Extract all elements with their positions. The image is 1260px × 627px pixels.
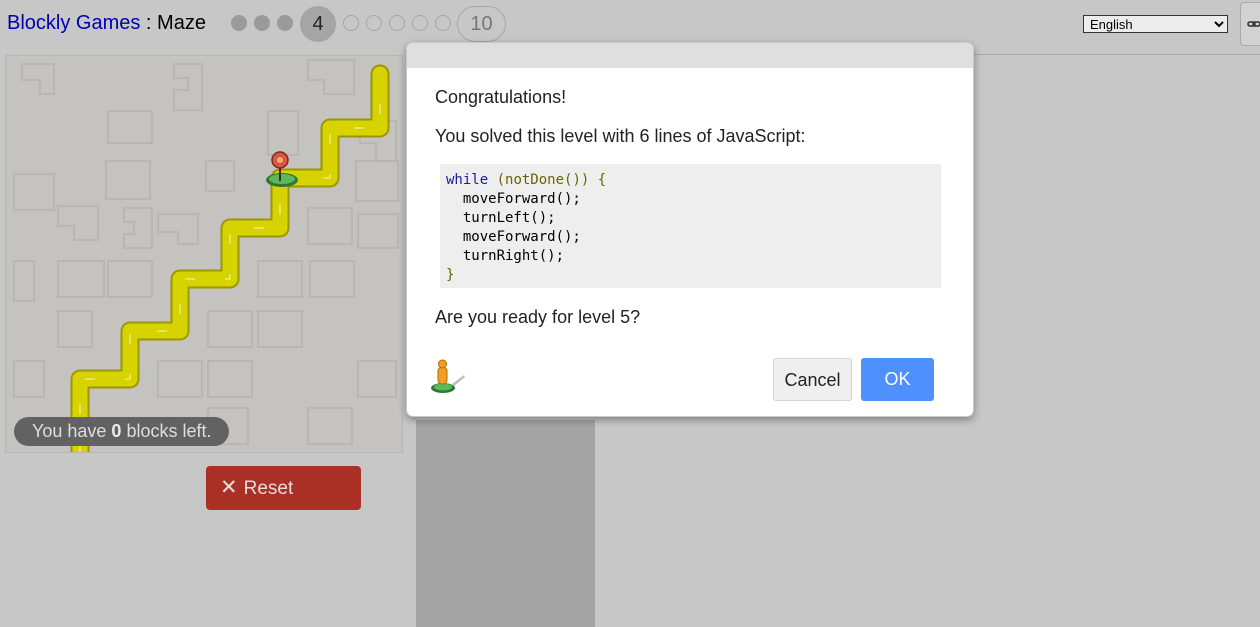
cancel-button[interactable]: Cancel [773, 358, 852, 401]
maze-path-fill [72, 66, 388, 452]
reset-button[interactable]: ✕ Reset [206, 466, 361, 510]
maze-svg [13, 59, 399, 452]
level-7-dot[interactable] [389, 15, 405, 31]
level-current[interactable]: 4 [300, 6, 336, 42]
language-select[interactable]: English [1083, 15, 1228, 33]
code-line: turnLeft(); [446, 210, 556, 226]
maze-display [5, 55, 403, 453]
level-5-dot[interactable] [343, 15, 359, 31]
level-9-dot[interactable] [435, 15, 451, 31]
next-level-prompt: Are you ready for level 5? [435, 307, 641, 327]
ok-button[interactable]: OK [861, 358, 934, 401]
title-separator: : [140, 12, 158, 34]
level-2-dot[interactable] [254, 15, 270, 31]
level-8-dot[interactable] [412, 15, 428, 31]
blocks-left-suffix: blocks left. [121, 421, 212, 441]
code-text: (notDone()) { [488, 172, 607, 188]
link-icon [1247, 21, 1260, 27]
toolbox-panel [416, 420, 595, 627]
code-line: moveForward(); [446, 229, 581, 245]
code-line: turnRight(); [446, 248, 565, 264]
code-line: moveForward(); [446, 191, 581, 207]
code-keyword: while [446, 172, 489, 188]
close-icon: ✕ [220, 476, 238, 499]
blocks-left-prefix: You have [32, 421, 112, 441]
reset-label: Reset [243, 478, 294, 499]
solved-text: You solved this level with 6 lines of Ja… [435, 126, 806, 146]
code-line: while (notDone()) { [446, 171, 941, 190]
blocks-left-count: 0 [111, 421, 122, 441]
code-block: while (notDone()) { moveForward(); turnL… [440, 164, 941, 288]
level-1-dot[interactable] [231, 15, 247, 31]
pegman-icon [431, 359, 465, 393]
code-line: } [446, 267, 455, 283]
site-link[interactable]: Blockly Games [7, 12, 140, 34]
link-button[interactable] [1240, 2, 1260, 46]
dialog-title-bar[interactable] [407, 43, 973, 68]
level-6-dot[interactable] [366, 15, 382, 31]
level-complete-dialog: Congratulations! You solved this level w… [406, 42, 974, 417]
blocks-left-counter: You have 0 blocks left. [14, 417, 230, 446]
level-last[interactable]: 10 [457, 6, 506, 42]
game-name: Maze [157, 12, 206, 34]
page-title: Blockly Games : Maze [7, 12, 206, 35]
level-3-dot[interactable] [277, 15, 293, 31]
congrats-text: Congratulations! [435, 87, 567, 107]
